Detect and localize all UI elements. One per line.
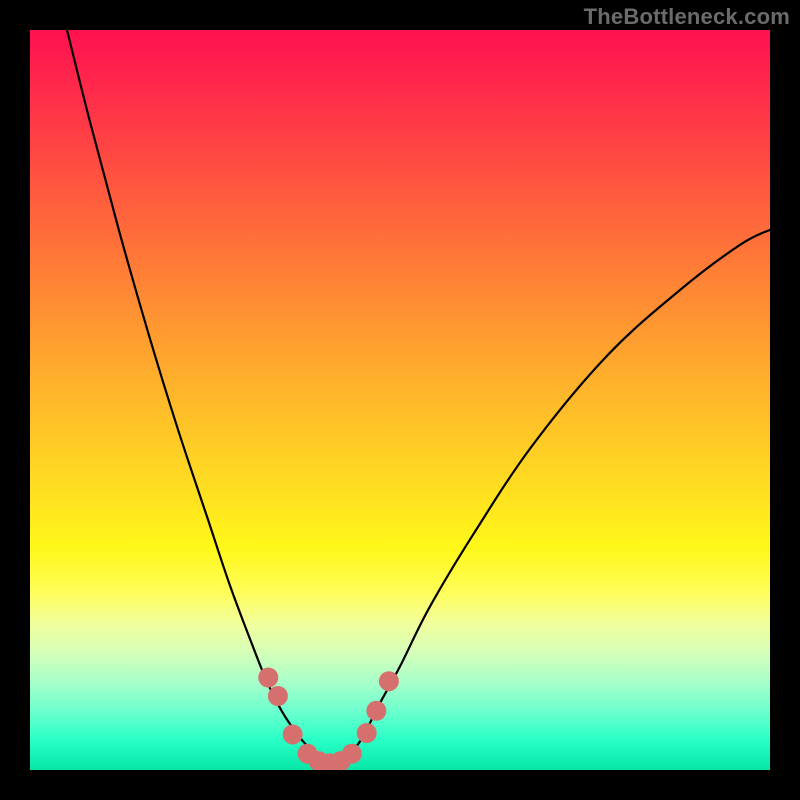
- right-curve: [333, 230, 770, 765]
- data-marker: [366, 701, 386, 721]
- data-marker: [357, 723, 377, 743]
- watermark-text: TheBottleneck.com: [584, 4, 790, 30]
- data-marker: [258, 668, 278, 688]
- chart-svg: [30, 30, 770, 770]
- data-marker: [283, 724, 303, 744]
- chart-frame: TheBottleneck.com: [0, 0, 800, 800]
- marker-group: [258, 668, 399, 771]
- data-marker: [379, 671, 399, 691]
- data-marker: [268, 686, 288, 706]
- left-curve: [52, 30, 333, 765]
- plot-area: [30, 30, 770, 770]
- data-marker: [342, 744, 362, 764]
